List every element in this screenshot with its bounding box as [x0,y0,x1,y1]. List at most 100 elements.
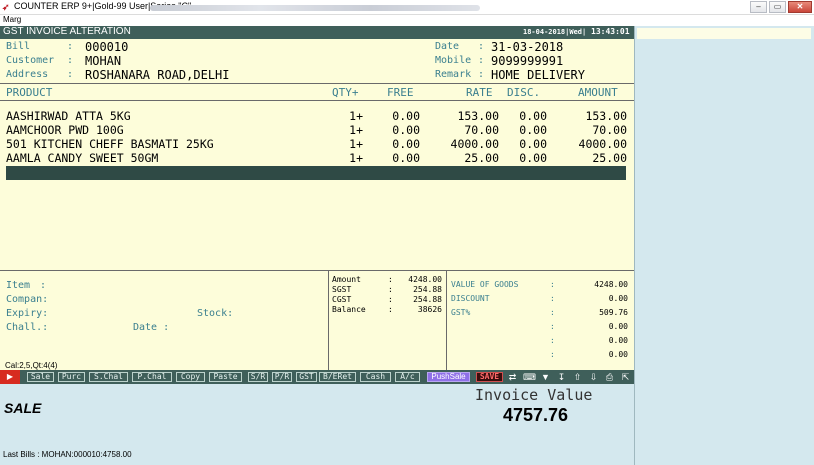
customer-label: Customer [6,55,55,66]
row-product: AAMCHOOR PWD 100G [6,123,124,137]
column-header-divider [0,100,634,101]
row-qty: 1+ [349,151,363,165]
date-field[interactable]: 31-03-2018 [491,40,563,54]
toolbar-button-ac[interactable]: A/c [395,372,420,382]
table-row[interactable]: AAMLA CANDY SWEET 50GM 1+ 0.00 25.00 0.0… [0,151,634,165]
push-sale-button[interactable]: PushSale [427,372,470,382]
totals-left-divider [328,270,329,370]
system-time: 13:43:01 [591,27,630,36]
toolbar-button-paste[interactable]: Paste [209,372,242,382]
summary-label: DISCOUNT [451,294,490,303]
calc-status: Cal:2,5,Qt:4(4) [5,361,58,370]
item-detail-label: Item [6,280,31,291]
row-amount: 25.00 [592,151,627,165]
row-rate: 153.00 [457,109,499,123]
toolbar-button-cash[interactable]: Cash [360,372,391,382]
keyboard-icon[interactable]: ⌨ [523,371,536,383]
customer-field[interactable]: MOHAN [85,54,121,68]
toolbar-button-gst[interactable]: GST [296,372,317,382]
arrow-down-end-icon[interactable]: ↧ [556,371,567,383]
detail-divider [0,270,634,271]
row-disc: 0.00 [519,151,547,165]
header-divider [0,83,634,84]
arrow-up-icon[interactable]: ⇧ [572,371,583,383]
row-free: 0.00 [392,151,420,165]
last-bills-status: Last Bills : MOHAN:000010:4758.00 [3,450,132,459]
invoice-value: 4757.76 [503,405,569,425]
totals-value: 4248.00 [408,275,442,284]
table-row[interactable]: AASHIRWAD ATTA 5KG 1+ 0.00 153.00 0.00 1… [0,109,634,123]
column-disc: DISC. [507,86,541,99]
bill-label: Bill [6,41,31,52]
row-disc: 0.00 [519,123,547,137]
mobile-field[interactable]: 9099999991 [491,54,563,68]
customer-colon: : [67,55,74,66]
shuffle-icon[interactable]: ⇄ [507,371,518,383]
address-field[interactable]: ROSHANARA ROAD,DELHI [85,68,230,82]
toolbar-button-p-chal[interactable]: P.Chal [132,372,172,382]
date-label: Date [435,41,460,52]
remark-colon: : [478,69,485,80]
summary-colon: : [550,350,555,359]
totals-colon: : [388,285,393,294]
totals-value: 38626 [417,305,442,314]
company-label: Compan: [6,294,49,305]
summary-colon: : [550,336,555,345]
toolbar-button-purc[interactable]: Purc [58,372,85,382]
summary-label: GST% [451,308,471,317]
table-row[interactable]: AAMCHOOR PWD 100G 1+ 0.00 70.00 0.00 70.… [0,123,634,137]
column-rate: RATE [466,86,493,99]
save-button[interactable]: SAVE [476,372,503,382]
summary-value: 0.00 [608,336,628,345]
row-qty: 1+ [349,109,363,123]
totals-label: CGST [332,295,352,304]
summary-colon: : [550,280,555,289]
summary-value: 4248.00 [594,280,628,289]
toolbar-button-sale[interactable]: Sale [27,372,54,382]
close-icon[interactable]: ✕ [788,1,812,13]
maximize-icon[interactable]: ▭ [769,1,786,13]
print-icon[interactable]: ⎙ [604,371,615,383]
challan-label: Chall.: [6,322,49,333]
row-product: AAMLA CANDY SWEET 50GM [6,151,159,165]
column-free: FREE [387,86,414,99]
table-row[interactable]: 501 KITCHEN CHEFF BASMATI 25KG 1+ 0.00 4… [0,137,634,151]
row-rate: 4000.00 [450,137,499,151]
mobile-colon: : [478,55,485,66]
remark-field[interactable]: HOME DELIVERY [491,68,585,82]
row-free: 0.00 [392,137,420,151]
sale-mode-label: SALE [4,400,42,416]
row-rate: 70.00 [464,123,499,137]
bill-number-field[interactable]: 000010 [85,40,128,54]
toolbar-button-s-chal[interactable]: S.Chal [89,372,128,382]
toolbar-button-b-eret[interactable]: B/ERet [319,372,356,382]
invoice-value-label: Invoice Value [475,386,593,404]
row-disc: 0.00 [519,137,547,151]
summary-colon: : [550,322,555,331]
totals-colon: : [388,295,393,304]
toolbar-button-s-r[interactable]: S/R [248,372,268,382]
row-amount: 70.00 [592,123,627,137]
redacted-title-text [150,5,480,11]
summary-value: 509.76 [599,308,628,317]
totals-value: 254.88 [413,295,442,304]
screen-title: GST INVOICE ALTERATION [3,26,131,37]
row-free: 0.00 [392,109,420,123]
arrow-down-small-icon[interactable]: ⇩ [588,371,599,383]
row-free: 0.00 [392,123,420,137]
toolbar-button-p-r[interactable]: P/R [272,372,292,382]
toolbar-button-copy[interactable]: Copy [176,372,205,382]
summary-colon: : [550,294,555,303]
column-product: PRODUCT [6,86,53,99]
menu-marg[interactable]: Marg [3,15,21,24]
date-colon: : [478,41,485,52]
window-titlebar: ➶ COUNTER ERP 9+|Gold-99 User|Series "C"… [0,0,814,15]
play-icon[interactable]: ▶ [0,370,20,384]
exit-icon[interactable]: ⇱ [620,371,631,383]
row-amount: 153.00 [585,109,627,123]
arrow-down-icon[interactable]: ▼ [540,371,551,383]
active-entry-row[interactable] [6,166,626,180]
minimize-icon[interactable]: – [750,1,767,13]
summary-colon: : [550,308,555,317]
app-logo-icon: ➶ [2,2,10,12]
